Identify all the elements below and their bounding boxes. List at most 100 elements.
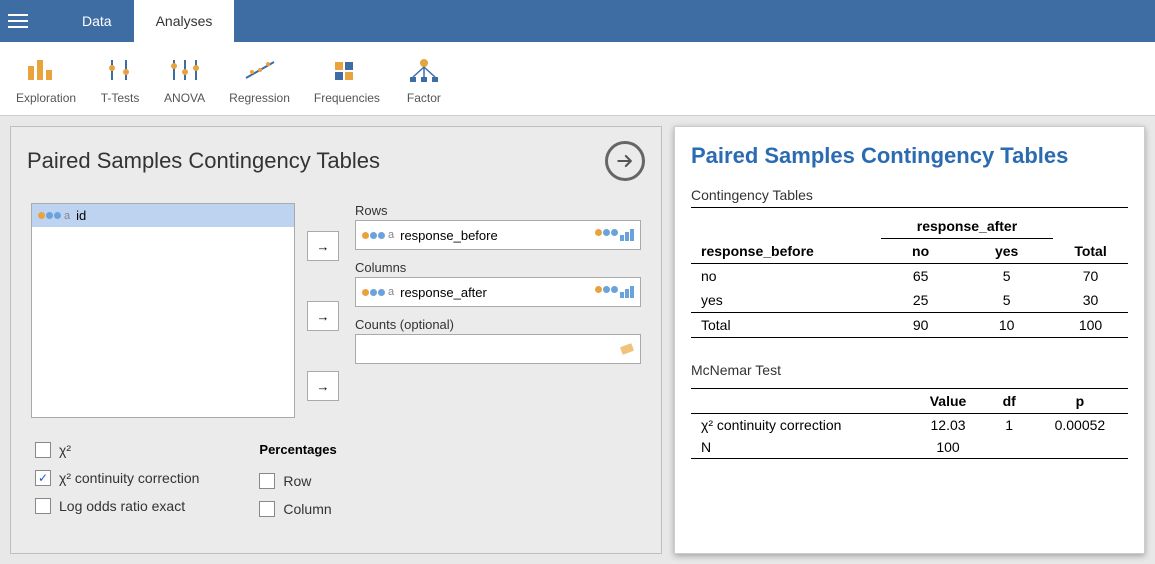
rows-dropzone[interactable]: a response_before [355,220,641,250]
panel-header: Paired Samples Contingency Tables [11,127,661,195]
ribbon-label: Factor [407,91,441,105]
accepted-types-icon [595,286,634,298]
row-label: yes [691,288,881,313]
cell: 5 [960,288,1053,313]
accepted-types-icon [620,342,634,356]
checkbox[interactable]: ✓ [35,470,51,486]
assign-arrows: → → → [307,203,343,418]
fields: Rows a response_before Colu [355,203,641,418]
ribbon-anova[interactable]: ANOVA [164,53,205,105]
rows-field-group: Rows a response_before [355,203,641,250]
arrow-right-icon [615,151,635,171]
ribbon-label: Exploration [16,91,76,105]
checkbox[interactable] [259,473,275,489]
variable-assignment: a id → → → Rows a r [11,195,661,436]
variable-list[interactable]: a id [31,203,295,418]
mcnemar-table: Value df p χ² continuity correction 12.0… [691,388,1128,459]
chi2-option[interactable]: χ² [35,442,199,458]
assign-rows-button[interactable]: → [307,231,339,261]
counts-dropzone[interactable] [355,334,641,364]
chi2cc-option[interactable]: ✓ χ² continuity correction [35,470,199,486]
tab-data[interactable]: Data [60,0,134,42]
ribbon-label: Frequencies [314,91,380,105]
hamburger-icon[interactable] [8,9,32,33]
panel-title: Paired Samples Contingency Tables [27,148,380,174]
options-row: χ² ✓ χ² continuity correction Log odds r… [11,436,661,529]
nominal-icon: a [38,210,70,222]
stat-value: 100 [909,436,986,459]
stat-p [1032,436,1128,459]
counts-label: Counts (optional) [355,317,641,332]
col-header: p [1032,389,1128,414]
table-row: no 65 5 70 [691,264,1128,289]
col-header: df [987,389,1032,414]
ribbon-exploration[interactable]: Exploration [16,53,76,105]
exploration-icon [26,53,66,87]
assign-columns-button[interactable]: → [307,301,339,331]
ribbon-factor[interactable]: Factor [404,53,444,105]
frequencies-icon [327,53,367,87]
rows-value: response_before [400,228,498,243]
total-header: Total [1053,239,1128,264]
menu-bar: Data Analyses [0,0,1155,42]
cell: 25 [881,288,960,313]
row-total: 70 [1053,264,1128,289]
rows-label: Rows [355,203,641,218]
option-label: Log odds ratio exact [59,498,185,514]
stat-p: 0.00052 [1032,414,1128,437]
regression-icon [240,53,280,87]
variable-label: id [76,208,86,223]
checkbox[interactable] [259,501,275,517]
contingency-title: Contingency Tables [691,187,1128,208]
col-var-header: response_after [881,214,1053,239]
option-label: Column [283,501,331,517]
counts-field-group: Counts (optional) [355,317,641,364]
nominal-icon: a [362,229,394,241]
analysis-ribbon: Exploration T-Tests ANOVA Regression Fre… [0,42,1155,116]
col-total: 90 [881,313,960,338]
nominal-icon: a [362,286,394,298]
checkbox[interactable] [35,442,51,458]
row-var-header: response_before [691,239,881,264]
option-label: Row [283,473,311,489]
ribbon-label: ANOVA [164,91,205,105]
columns-label: Columns [355,260,641,275]
ttests-icon [100,53,140,87]
col-level: yes [960,239,1053,264]
grand-total: 100 [1053,313,1128,338]
statistics-options: χ² ✓ χ² continuity correction Log odds r… [35,442,199,517]
col-header: Value [909,389,986,414]
results-panel: Paired Samples Contingency Tables Contin… [674,126,1145,554]
ribbon-regression[interactable]: Regression [229,53,290,105]
logodds-option[interactable]: Log odds ratio exact [35,498,199,514]
ribbon-frequencies[interactable]: Frequencies [314,53,380,105]
columns-field-group: Columns a response_after [355,260,641,307]
columns-dropzone[interactable]: a response_after [355,277,641,307]
table-row: yes 25 5 30 [691,288,1128,313]
run-button[interactable] [605,141,645,181]
option-label: χ² continuity correction [59,470,199,486]
ribbon-ttests[interactable]: T-Tests [100,53,140,105]
checkbox[interactable] [35,498,51,514]
assign-counts-button[interactable]: → [307,371,339,401]
contingency-table: response_after response_before no yes To… [691,214,1128,338]
anova-icon [165,53,205,87]
stat-df [987,436,1032,459]
cell: 5 [960,264,1053,289]
stat-label: N [691,436,909,459]
row-label: no [691,264,881,289]
workspace: Paired Samples Contingency Tables a id →… [0,116,1155,564]
options-panel: Paired Samples Contingency Tables a id →… [10,126,662,554]
mcnemar-title: McNemar Test [691,362,1128,382]
stat-value: 12.03 [909,414,986,437]
tab-analyses[interactable]: Analyses [134,0,235,42]
variable-id[interactable]: a id [32,204,294,227]
ribbon-label: Regression [229,91,290,105]
ribbon-label: T-Tests [101,91,140,105]
total-label: Total [691,313,881,338]
cell: 65 [881,264,960,289]
option-label: χ² [59,442,71,458]
column-pct-option[interactable]: Column [259,501,336,517]
col-level: no [881,239,960,264]
row-pct-option[interactable]: Row [259,473,336,489]
